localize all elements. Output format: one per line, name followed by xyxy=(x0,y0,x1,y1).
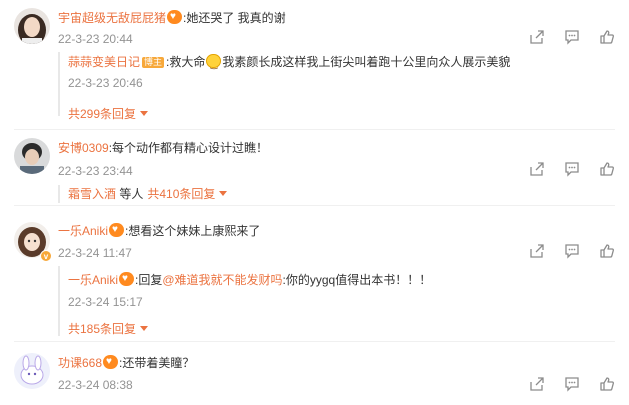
comment-time: 22-3-24 08:38 xyxy=(58,378,133,392)
more-replies-label: 共410条回复 xyxy=(147,187,216,201)
more-replies-label: 共299条回复 xyxy=(68,107,137,121)
laugh-emoji-icon xyxy=(206,54,222,72)
comment-username[interactable]: 安博0309 xyxy=(58,141,109,155)
reply-mention-link[interactable]: @难道我就不能发财吗 xyxy=(162,273,282,287)
comment-time: 22-3-23 23:44 xyxy=(58,164,133,178)
reply-item: 蒜蒜变美日记博主:救大命 我素颜长成这样我上街尖叫着跑十公里向众人展示美貌 22-… xyxy=(68,54,510,91)
reply-summary: 等人 xyxy=(116,187,144,201)
comment-body: 安博0309:每个动作都有精心设计过瞧！ xyxy=(58,140,268,156)
more-replies-link[interactable]: 共299条回复 xyxy=(68,106,149,122)
fan-badge-icon xyxy=(103,354,119,370)
caret-down-icon xyxy=(140,326,149,331)
comment-item: 宇宙超级无敌屁屁猪 :她还哭了 我真的谢 22-3-23 20:44 蒜蒜变美日记… xyxy=(0,0,629,130)
avatar[interactable] xyxy=(14,138,50,174)
comment-body: 功课668 :还带着美瞳？ xyxy=(58,354,195,371)
reply-time: 22-3-23 20:46 xyxy=(68,76,143,90)
comment-actions xyxy=(529,243,615,259)
comment-text: :想看这个妹妹上康熙来了 xyxy=(125,224,261,238)
comment-username[interactable]: 宇宙超级无敌屁屁猪 xyxy=(58,11,166,25)
avatar[interactable] xyxy=(14,8,50,44)
comment-text: :每个动作都有精心设计过瞧！ xyxy=(108,141,269,155)
avatar-image xyxy=(14,353,50,389)
reply-prefix: :回复 xyxy=(135,273,163,287)
comment-body: 宇宙超级无敌屁屁猪 :她还哭了 我真的谢 xyxy=(58,9,286,26)
reply-text: :救大命 xyxy=(166,55,206,69)
comment-item: v 一乐Aniki :想看这个妹妹上康熙来了 22-3-24 11:47 一乐An… xyxy=(0,206,629,342)
reply-text-rest: 我素颜长成这样我上街尖叫着跑十公里向众人展示美貌 xyxy=(222,55,511,69)
reply-username[interactable]: 霜雪入酒 xyxy=(68,187,116,201)
comment-time: 22-3-24 11:47 xyxy=(58,246,132,260)
share-icon[interactable] xyxy=(529,243,545,259)
more-replies-label: 共185条回复 xyxy=(68,322,137,336)
reply-body: 一乐Aniki :回复@难道我就不能发财吗:你的yygq值得出本书！！！ xyxy=(68,271,432,288)
like-icon[interactable] xyxy=(599,243,615,259)
comment-item: 安博0309:每个动作都有精心设计过瞧！ 22-3-23 23:44 霜雪入酒 … xyxy=(0,130,629,206)
caret-down-icon xyxy=(140,111,149,116)
fan-badge-icon xyxy=(109,222,125,238)
reply-divider xyxy=(58,185,60,203)
comment-username[interactable]: 功课668 xyxy=(58,356,102,370)
comment-icon[interactable] xyxy=(564,243,580,259)
more-replies-link[interactable]: 共185条回复 xyxy=(68,321,149,337)
comment-body: 一乐Aniki :想看这个妹妹上康熙来了 xyxy=(58,222,261,239)
comment-time: 22-3-23 20:44 xyxy=(58,32,133,46)
reply-item: 一乐Aniki :回复@难道我就不能发财吗:你的yygq值得出本书！！！ 22-3… xyxy=(68,271,432,310)
reply-username[interactable]: 一乐Aniki xyxy=(68,273,118,287)
comment-item: 功课668 :还带着美瞳？ 22-3-24 08:38 xyxy=(0,342,629,405)
reply-text: :你的yygq值得出本书！！！ xyxy=(282,273,432,287)
comment-actions xyxy=(529,161,615,177)
comment-actions xyxy=(529,376,615,392)
share-icon[interactable] xyxy=(529,376,545,392)
comment-icon[interactable] xyxy=(564,376,580,392)
comment-text: :她还哭了 我真的谢 xyxy=(183,11,286,25)
like-icon[interactable] xyxy=(599,376,615,392)
share-icon[interactable] xyxy=(529,29,545,45)
share-icon[interactable] xyxy=(529,161,545,177)
reply-body: 蒜蒜变美日记博主:救大命 我素颜长成这样我上街尖叫着跑十公里向众人展示美貌 xyxy=(68,54,511,72)
fan-badge-icon xyxy=(167,9,183,25)
comment-icon[interactable] xyxy=(564,29,580,45)
avatar-image xyxy=(14,138,50,174)
like-icon[interactable] xyxy=(599,161,615,177)
comment-actions xyxy=(529,29,615,45)
fan-badge-icon xyxy=(119,271,135,287)
like-icon[interactable] xyxy=(599,29,615,45)
reply-divider xyxy=(58,52,60,116)
more-replies-link[interactable]: 霜雪入酒 等人 共410条回复 xyxy=(68,186,228,202)
comment-text: :还带着美瞳？ xyxy=(119,356,195,370)
reply-divider xyxy=(58,266,60,336)
comment-icon[interactable] xyxy=(564,161,580,177)
avatar-image xyxy=(14,8,50,44)
comment-username[interactable]: 一乐Aniki xyxy=(58,224,108,238)
avatar[interactable] xyxy=(14,353,50,389)
verified-badge-icon: v xyxy=(40,250,52,262)
reply-time: 22-3-24 15:17 xyxy=(68,295,143,309)
reply-username[interactable]: 蒜蒜变美日记 xyxy=(68,55,140,69)
blogger-badge: 博主 xyxy=(142,57,165,68)
caret-down-icon xyxy=(219,191,228,196)
